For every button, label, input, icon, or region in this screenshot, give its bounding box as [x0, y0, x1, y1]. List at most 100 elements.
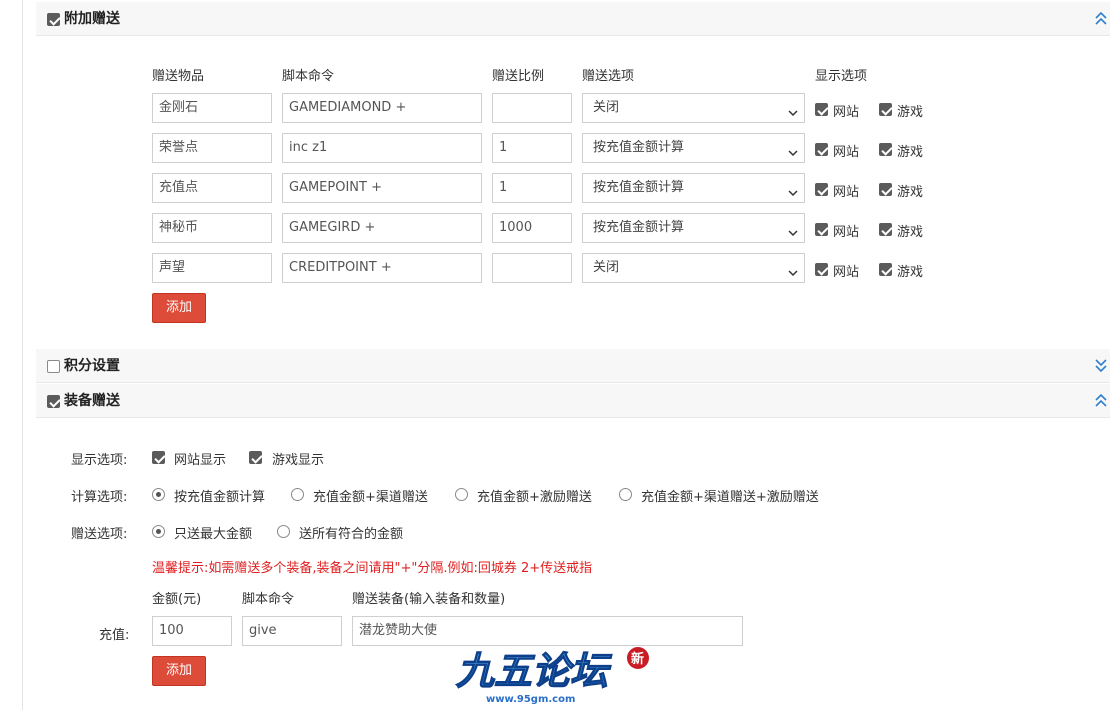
select-value: 按充值金额计算 — [593, 140, 685, 155]
ratio-input[interactable]: 1 — [492, 133, 572, 163]
col-header-ratio: 赠送比例 — [492, 69, 545, 84]
web-display-label: 网站 — [833, 185, 860, 200]
game-display-label: 游戏 — [897, 265, 924, 280]
recharge-label: 充值: — [99, 628, 130, 643]
gift-option-label: 送所有符合的金额 — [299, 527, 404, 542]
section-toggle-checkbox[interactable] — [47, 395, 60, 408]
gift-option-radio[interactable] — [277, 525, 290, 538]
game-display-checkbox[interactable] — [879, 103, 892, 116]
gift-options-label: 赠送选项: — [71, 527, 128, 542]
web-display-label: 网站显示 — [174, 453, 227, 468]
chevron-down-icon — [788, 182, 798, 197]
game-display-checkbox[interactable] — [879, 263, 892, 276]
command-input[interactable]: GAMEPOINT + — [282, 173, 482, 203]
web-display-checkbox[interactable] — [815, 103, 828, 116]
calc-option-radio[interactable] — [291, 488, 304, 501]
section-title: 附加赠送 — [64, 11, 120, 27]
display-options-label: 显示选项: — [71, 453, 128, 468]
left-rail — [22, 0, 23, 710]
col-header-command: 脚本命令 — [242, 592, 295, 607]
tip-text: 温馨提示:如需赠送多个装备,装备之间请用"+"分隔.例如:回城券 2+传送戒指 — [152, 561, 593, 576]
game-display-label: 游戏 — [897, 105, 924, 120]
gift-option-label: 只送最大金额 — [174, 527, 253, 542]
web-display-label: 网站 — [833, 265, 860, 280]
item-name-input[interactable]: 声望 — [152, 253, 272, 283]
item-name-input[interactable]: 荣誉点 — [152, 133, 272, 163]
item-name-input[interactable]: 金刚石 — [152, 93, 272, 123]
command-input[interactable]: inc z1 — [282, 133, 482, 163]
ratio-input[interactable] — [492, 253, 572, 283]
col-header-command: 脚本命令 — [282, 69, 335, 84]
calc-option-label: 充值金额+渠道赠送 — [313, 490, 428, 505]
game-display-checkbox[interactable] — [249, 451, 262, 464]
ratio-input[interactable] — [492, 93, 572, 123]
chevron-down-icon[interactable] — [1094, 356, 1108, 374]
amount-input[interactable]: 100 — [152, 616, 232, 646]
game-display-label: 游戏 — [897, 185, 924, 200]
gift-option-select[interactable]: 关闭 — [582, 93, 805, 123]
col-header-item: 赠送物品 — [152, 69, 205, 84]
chevron-down-icon — [788, 102, 798, 117]
col-header-option: 赠送选项 — [582, 69, 635, 84]
game-display-checkbox[interactable] — [879, 223, 892, 236]
game-display-label: 游戏 — [897, 225, 924, 240]
forum-watermark-logo: 九五论坛 www.95gm.com 新 — [452, 640, 657, 708]
select-value: 按充值金额计算 — [593, 220, 685, 235]
gift-option-select[interactable]: 按充值金额计算 — [582, 133, 805, 163]
web-display-label: 网站 — [833, 225, 860, 240]
command-input[interactable]: GAMEDIAMOND + — [282, 93, 482, 123]
select-value: 关闭 — [593, 100, 620, 115]
section-toggle-checkbox[interactable] — [47, 13, 60, 26]
add-equipment-button[interactable]: 添加 — [152, 656, 206, 686]
section-title: 积分设置 — [64, 358, 120, 374]
calc-options-label: 计算选项: — [71, 490, 128, 505]
item-name-input[interactable]: 充值点 — [152, 173, 272, 203]
ratio-input[interactable]: 1000 — [492, 213, 572, 243]
section-header-points[interactable]: 积分设置 — [36, 349, 1110, 383]
select-value: 按充值金额计算 — [593, 180, 685, 195]
section-title: 装备赠送 — [64, 393, 120, 409]
col-header-amount: 金额(元) — [152, 592, 202, 607]
add-gift-row-button[interactable]: 添加 — [152, 293, 206, 323]
gift-option-select[interactable]: 关闭 — [582, 253, 805, 283]
command-input[interactable]: GAMEGIRD + — [282, 213, 482, 243]
web-display-label: 网站 — [833, 145, 860, 160]
web-display-checkbox[interactable] — [815, 183, 828, 196]
col-header-equipment: 赠送装备(输入装备和数量) — [352, 592, 506, 607]
svg-text:www.95gm.com: www.95gm.com — [486, 694, 575, 705]
game-display-label: 游戏显示 — [272, 453, 325, 468]
command-input[interactable]: CREDITPOINT + — [282, 253, 482, 283]
svg-text:九五论坛: 九五论坛 — [456, 649, 613, 693]
web-display-checkbox[interactable] — [815, 263, 828, 276]
game-display-checkbox[interactable] — [879, 183, 892, 196]
calc-option-label: 按充值金额计算 — [174, 490, 266, 505]
calc-option-radio[interactable] — [619, 488, 632, 501]
svg-text:新: 新 — [631, 651, 644, 667]
gift-option-radio[interactable] — [152, 525, 165, 538]
section-header-equipment-gift[interactable]: 装备赠送 — [36, 384, 1110, 418]
command-input[interactable]: give — [242, 616, 342, 646]
ratio-input[interactable]: 1 — [492, 173, 572, 203]
chevron-down-icon — [788, 142, 798, 157]
section-header-extra-gift[interactable]: 附加赠送 — [36, 2, 1110, 36]
calc-option-radio[interactable] — [455, 488, 468, 501]
col-header-display: 显示选项 — [815, 69, 868, 84]
section-toggle-checkbox[interactable] — [47, 360, 60, 373]
chevron-down-icon — [788, 262, 798, 277]
calc-option-label: 充值金额+激励赠送 — [477, 490, 592, 505]
gift-option-select[interactable]: 按充值金额计算 — [582, 213, 805, 243]
chevron-down-icon — [788, 222, 798, 237]
web-display-label: 网站 — [833, 105, 860, 120]
game-display-label: 游戏 — [897, 145, 924, 160]
chevron-up-icon[interactable] — [1094, 9, 1108, 27]
calc-option-radio[interactable] — [152, 488, 165, 501]
gift-option-select[interactable]: 按充值金额计算 — [582, 173, 805, 203]
web-display-checkbox[interactable] — [815, 223, 828, 236]
web-display-checkbox[interactable] — [152, 451, 165, 464]
web-display-checkbox[interactable] — [815, 143, 828, 156]
select-value: 关闭 — [593, 260, 620, 275]
chevron-up-icon[interactable] — [1094, 391, 1108, 409]
calc-option-label: 充值金额+渠道赠送+激励赠送 — [641, 490, 819, 505]
item-name-input[interactable]: 神秘币 — [152, 213, 272, 243]
game-display-checkbox[interactable] — [879, 143, 892, 156]
